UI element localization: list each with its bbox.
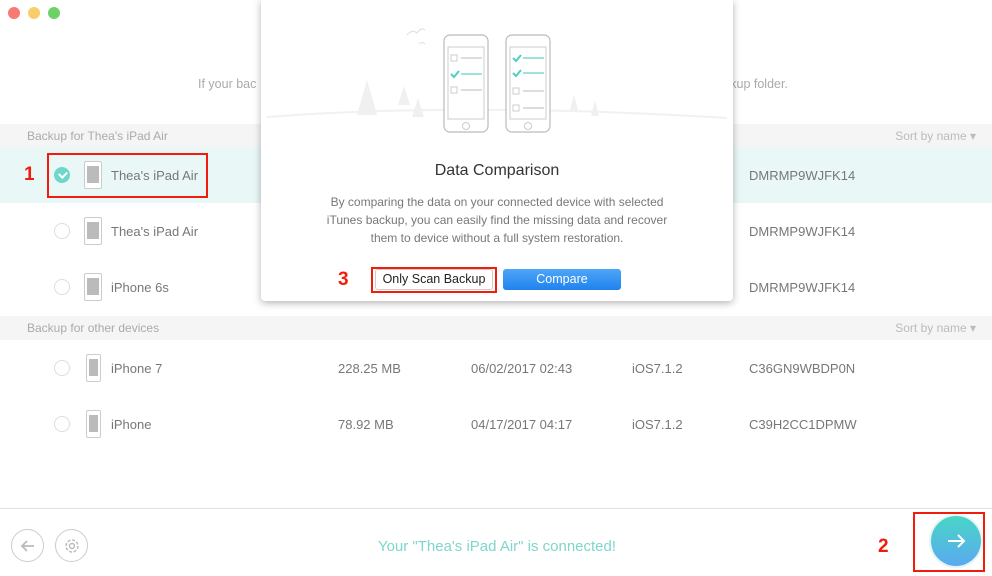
device-name: iPhone 7 <box>111 361 163 376</box>
zoom-button[interactable] <box>48 7 60 19</box>
compare-button[interactable]: Compare <box>503 269 621 290</box>
backup-date: 04/17/2017 04:17 <box>471 417 573 432</box>
serial-number: C36GN9WBDP0N <box>749 361 856 376</box>
sort-dropdown[interactable]: Sort by name ▾ <box>895 129 976 143</box>
backup-size: 228.25 MB <box>338 361 401 376</box>
backup-row[interactable]: iPhone 7 228.25 MB 06/02/2017 02:43 iOS7… <box>0 340 992 396</box>
select-radio[interactable] <box>54 279 70 295</box>
select-radio[interactable] <box>54 360 70 376</box>
hint-text-left: If your bac <box>198 77 257 91</box>
section-title: Backup for Thea's iPad Air <box>27 129 168 143</box>
annotation-2: 2 <box>878 536 889 557</box>
iphone-icon <box>86 354 101 382</box>
iphone-icon <box>86 410 101 438</box>
arrow-left-icon <box>20 539 34 552</box>
ipad-icon <box>84 217 102 245</box>
select-radio[interactable] <box>54 416 70 432</box>
footer-divider <box>0 508 992 509</box>
dialog-description: By comparing the data on your connected … <box>261 193 733 247</box>
ios-version: iOS7.1.2 <box>632 417 683 432</box>
gear-icon <box>64 538 79 553</box>
ipad-icon <box>84 273 102 301</box>
data-comparison-dialog: Data Comparison By comparing the data on… <box>261 0 733 301</box>
serial-number: DMRMP9WJFK14 <box>749 280 856 295</box>
description-line: iTunes backup, you can easily find the m… <box>326 213 668 227</box>
backup-size: 78.92 MB <box>338 417 394 432</box>
close-button[interactable] <box>8 7 20 19</box>
section-header-other: Backup for other devices Sort by name ▾ <box>0 316 992 340</box>
comparison-illustration <box>266 28 728 133</box>
section-title: Backup for other devices <box>27 321 160 335</box>
annotation-1: 1 <box>24 164 35 185</box>
description-line: By comparing the data on your connected … <box>330 195 664 209</box>
back-button[interactable] <box>11 529 44 562</box>
sort-label: Sort by name <box>895 321 967 335</box>
arrow-right-icon <box>948 534 966 548</box>
hint-text-right: ckup folder. <box>724 77 788 91</box>
serial-number: C39H2CC1DPMW <box>749 417 857 432</box>
annotation-box-1 <box>47 153 208 198</box>
caret-down-icon: ▾ <box>969 129 976 143</box>
settings-button[interactable] <box>55 529 88 562</box>
select-radio[interactable] <box>54 223 70 239</box>
caret-down-icon: ▾ <box>969 321 976 335</box>
serial-number: DMRMP9WJFK14 <box>749 224 856 239</box>
annotation-3: 3 <box>338 269 349 290</box>
device-name: Thea's iPad Air <box>111 224 199 239</box>
sort-dropdown[interactable]: Sort by name ▾ <box>895 321 976 335</box>
description-line: them to device without a full system res… <box>370 231 624 245</box>
ios-version: iOS7.1.2 <box>632 361 683 376</box>
sort-label: Sort by name <box>895 129 967 143</box>
dialog-title: Data Comparison <box>434 162 560 179</box>
connection-status: Your "Thea's iPad Air" is connected! <box>377 538 617 555</box>
annotation-box-3 <box>371 267 497 293</box>
device-name: iPhone <box>111 417 152 432</box>
backup-date: 06/02/2017 02:43 <box>471 361 573 376</box>
backup-row[interactable]: iPhone 78.92 MB 04/17/2017 04:17 iOS7.1.… <box>0 396 992 452</box>
minimize-button[interactable] <box>28 7 40 19</box>
serial-number: DMRMP9WJFK14 <box>749 168 856 183</box>
next-button[interactable] <box>931 516 981 566</box>
device-name: iPhone 6s <box>111 280 169 295</box>
